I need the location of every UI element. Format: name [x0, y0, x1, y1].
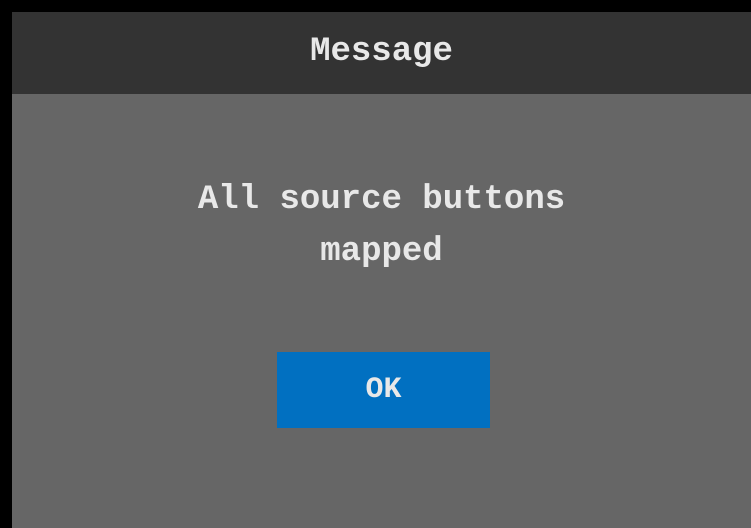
dialog-title: Message	[310, 33, 453, 71]
ok-button-label: OK	[365, 373, 402, 407]
message-line-1: All source buttons	[197, 181, 566, 219]
dialog-message: All source buttons mapped	[12, 174, 751, 278]
message-dialog: Message All source buttons mapped OK	[12, 12, 751, 528]
dialog-title-bar: Message	[12, 12, 751, 94]
ok-button[interactable]: OK	[277, 352, 490, 428]
message-line-2: mapped	[320, 233, 443, 271]
